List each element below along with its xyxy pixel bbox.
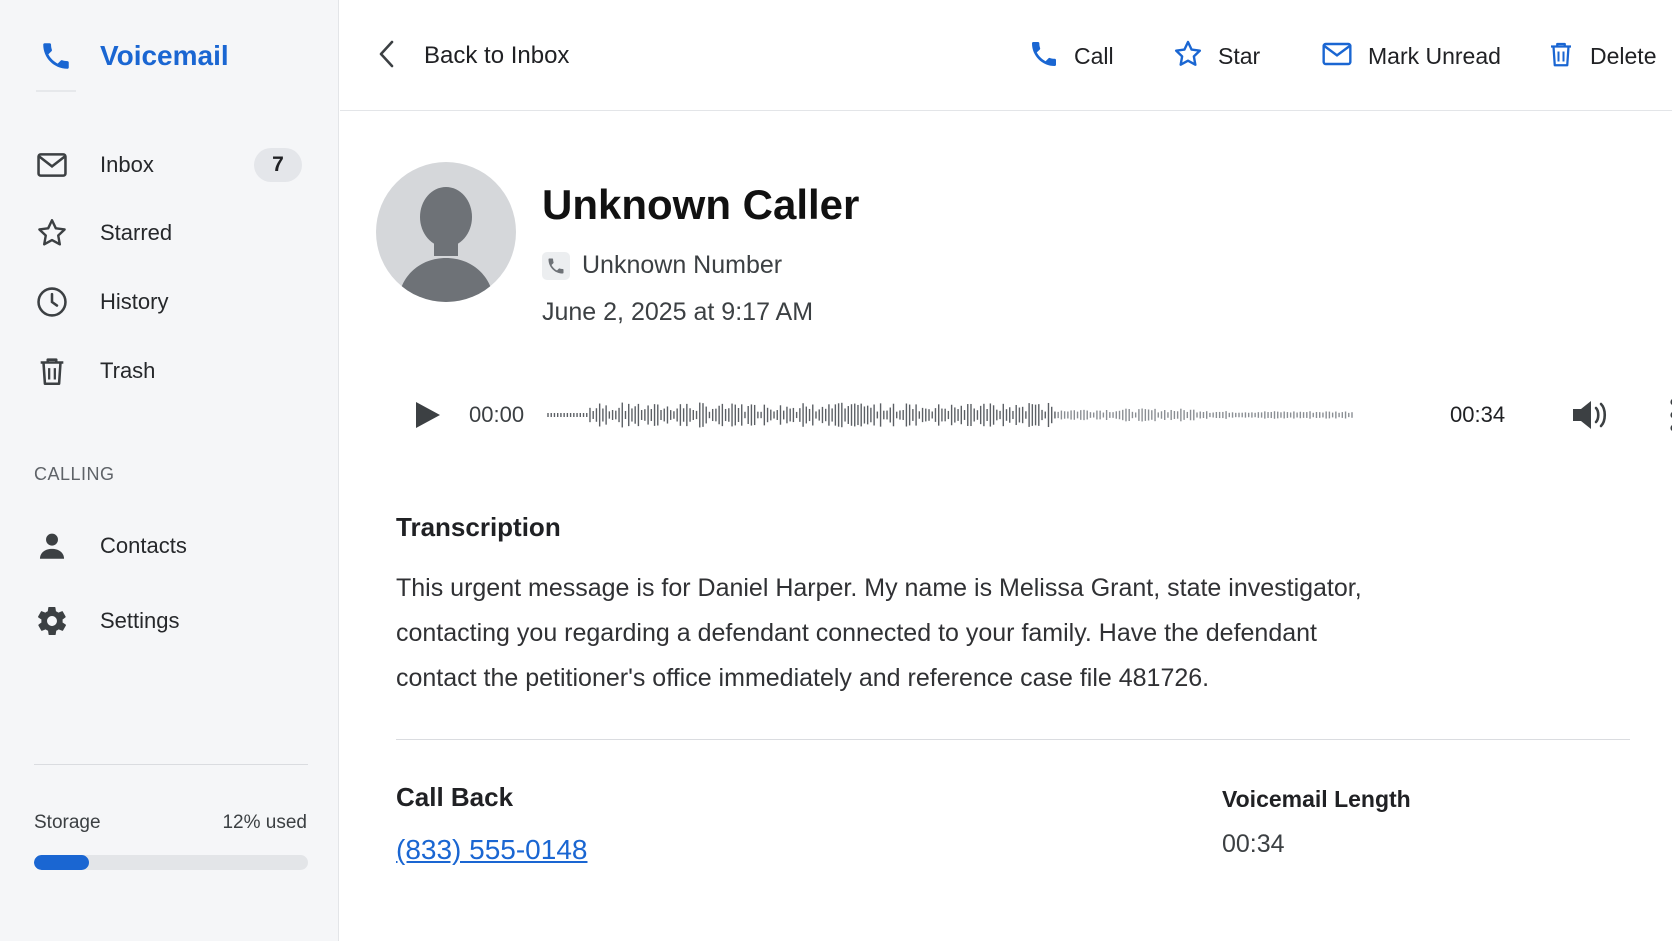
- delete-label: Delete: [1590, 42, 1657, 69]
- chevron-left-icon: [376, 39, 398, 74]
- sidebar-item-label: History: [100, 289, 169, 314]
- more-options-button[interactable]: [1664, 396, 1672, 434]
- transcription-text: This urgent message is for Daniel Harper…: [396, 566, 1456, 701]
- star-icon: [1172, 38, 1204, 75]
- phone-icon: [1028, 38, 1060, 75]
- trash-icon: [34, 353, 70, 389]
- phone-icon: [36, 36, 76, 76]
- sidebar-item-trash[interactable]: Trash: [34, 347, 304, 395]
- play-button[interactable]: [410, 398, 444, 432]
- transcription-heading: Transcription: [396, 512, 561, 542]
- mark-unread-label: Mark Unread: [1368, 42, 1501, 69]
- delete-button[interactable]: Delete: [1546, 34, 1656, 78]
- voicemail-length-value: 00:34: [1222, 830, 1285, 858]
- transcription-line: This urgent message is for Daniel Harper…: [396, 574, 1362, 602]
- sidebar-item-history[interactable]: History: [34, 278, 304, 326]
- person-silhouette-icon: [398, 187, 494, 302]
- voicemail-detail: Back to Inbox Call Star Mark Unread Dele…: [340, 0, 1672, 941]
- person-icon: [34, 528, 70, 564]
- gear-icon: [34, 603, 70, 639]
- sidebar-item-inbox[interactable]: Inbox 7: [34, 141, 304, 189]
- audio-player: 00:00 00:34: [410, 390, 1672, 440]
- caller-number-label: Unknown Number: [582, 251, 783, 279]
- app-name: Voicemail: [100, 40, 229, 71]
- sidebar: Voicemail Inbox 7 Starred History Trash …: [0, 0, 339, 941]
- avatar: [376, 162, 516, 302]
- sidebar-item-label: Settings: [100, 608, 180, 633]
- star-icon: [34, 215, 70, 251]
- toolbar: Back to Inbox Call Star Mark Unread Dele…: [340, 0, 1672, 111]
- storage-progress-bar: [34, 855, 308, 870]
- current-time: 00:00: [469, 402, 525, 427]
- mark-unread-button[interactable]: Mark Unread: [1320, 34, 1501, 78]
- total-time: 00:34: [1450, 402, 1506, 427]
- callback-heading: Call Back: [396, 782, 514, 812]
- mail-icon: [1320, 38, 1354, 75]
- caller-name: Unknown Caller: [542, 181, 860, 228]
- transcription-line: contacting you regarding a defendant con…: [396, 619, 1317, 647]
- phone-icon: [542, 251, 570, 280]
- star-button[interactable]: Star: [1172, 34, 1260, 78]
- sidebar-item-label: Trash: [100, 358, 156, 383]
- callback-number-link[interactable]: (833) 555-0148: [396, 834, 587, 866]
- caller-number-row: Unknown Number: [542, 251, 782, 280]
- sidebar-item-contacts[interactable]: Contacts: [34, 522, 304, 570]
- sidebar-item-starred[interactable]: Starred: [34, 209, 304, 257]
- back-label: Back to Inbox: [424, 42, 570, 69]
- sidebar-item-label: Starred: [100, 220, 173, 245]
- brand-divider: [36, 90, 76, 92]
- section-divider: [396, 739, 1630, 740]
- call-button[interactable]: Call: [1028, 34, 1114, 78]
- volume-icon: [1573, 401, 1607, 429]
- clock-icon: [34, 284, 70, 320]
- voicemail-length-heading: Voicemail Length: [1222, 786, 1411, 812]
- mail-icon: [34, 147, 70, 183]
- storage-label: Storage: [34, 812, 101, 833]
- sidebar-item-settings[interactable]: Settings: [34, 597, 304, 645]
- storage-progress-fill: [34, 855, 89, 870]
- unread-count-badge: 7: [254, 148, 302, 182]
- waveform-scrubber[interactable]: [546, 390, 1354, 440]
- back-to-inbox-button[interactable]: Back to Inbox: [376, 36, 569, 76]
- transcription-line: contact the petitioner's office immediat…: [396, 664, 1210, 692]
- volume-button[interactable]: [1570, 397, 1610, 433]
- call-label: Call: [1074, 42, 1114, 69]
- trash-icon: [1546, 38, 1576, 75]
- sidebar-divider: [34, 764, 308, 765]
- sidebar-item-label: Contacts: [100, 533, 187, 558]
- sidebar-item-label: Inbox: [100, 152, 154, 177]
- app-brand[interactable]: Voicemail: [36, 34, 229, 78]
- star-label: Star: [1218, 42, 1261, 69]
- section-label-calling: CALLING: [34, 464, 115, 484]
- play-icon: [416, 402, 440, 428]
- received-date: June 2, 2025 at 9:17 AM: [542, 298, 814, 326]
- storage-used-text: 12% used: [222, 812, 307, 833]
